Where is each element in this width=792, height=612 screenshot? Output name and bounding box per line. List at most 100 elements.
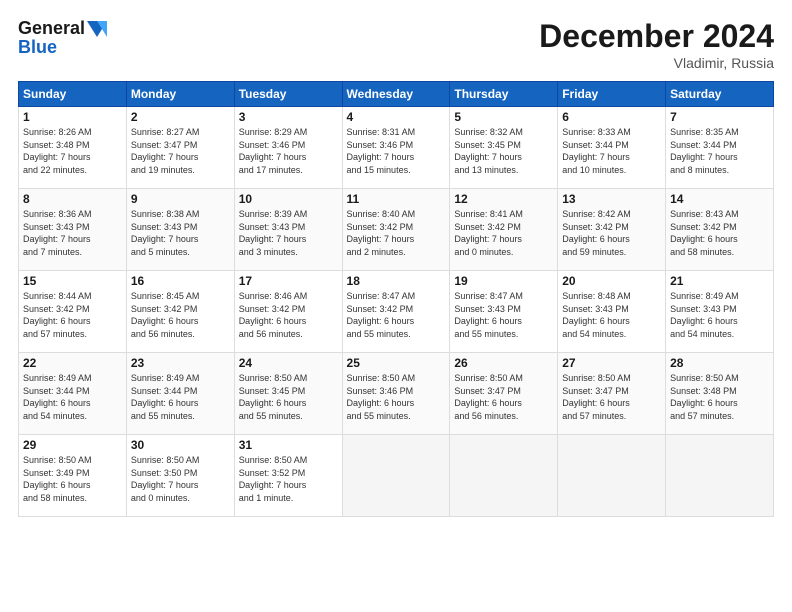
calendar-cell: 7 Sunrise: 8:35 AM Sunset: 3:44 PM Daylig…: [666, 107, 774, 189]
calendar-cell: 3 Sunrise: 8:29 AM Sunset: 3:46 PM Daylig…: [234, 107, 342, 189]
day-number: 29: [23, 438, 122, 452]
calendar-week-row: 15 Sunrise: 8:44 AM Sunset: 3:42 PM Dayli…: [19, 271, 774, 353]
day-number: 13: [562, 192, 661, 206]
calendar-cell: 11 Sunrise: 8:40 AM Sunset: 3:42 PM Dayli…: [342, 189, 450, 271]
day-number: 10: [239, 192, 338, 206]
day-info: Sunrise: 8:49 AM Sunset: 3:44 PM Dayligh…: [131, 372, 230, 422]
title-section: December 2024 Vladimir, Russia: [539, 18, 774, 71]
day-info: Sunrise: 8:41 AM Sunset: 3:42 PM Dayligh…: [454, 208, 553, 258]
calendar-cell: [666, 435, 774, 517]
calendar-cell: 2 Sunrise: 8:27 AM Sunset: 3:47 PM Daylig…: [126, 107, 234, 189]
day-info: Sunrise: 8:27 AM Sunset: 3:47 PM Dayligh…: [131, 126, 230, 176]
calendar-cell: 25 Sunrise: 8:50 AM Sunset: 3:46 PM Dayli…: [342, 353, 450, 435]
calendar-cell: [342, 435, 450, 517]
header: General Blue December 2024 Vladimir, Rus…: [18, 18, 774, 71]
calendar-cell: [558, 435, 666, 517]
calendar-cell: 22Sunrise: 8:49 AM Sunset: 3:44 PM Dayli…: [19, 353, 127, 435]
calendar-week-row: 8 Sunrise: 8:36 AM Sunset: 3:43 PM Daylig…: [19, 189, 774, 271]
calendar-week-row: 29 Sunrise: 8:50 AM Sunset: 3:49 PM Dayli…: [19, 435, 774, 517]
day-info: Sunrise: 8:49 AM Sunset: 3:43 PM Dayligh…: [670, 290, 769, 340]
day-number: 28: [670, 356, 769, 370]
day-info: Sunrise: 8:42 AM Sunset: 3:42 PM Dayligh…: [562, 208, 661, 258]
day-info: Sunrise: 8:36 AM Sunset: 3:43 PM Dayligh…: [23, 208, 122, 258]
logo-triangle-icon: [87, 19, 107, 39]
calendar-cell: 15 Sunrise: 8:44 AM Sunset: 3:42 PM Dayli…: [19, 271, 127, 353]
day-info: Sunrise: 8:50 AM Sunset: 3:47 PM Dayligh…: [562, 372, 661, 422]
calendar-cell: 29 Sunrise: 8:50 AM Sunset: 3:49 PM Dayli…: [19, 435, 127, 517]
page: General Blue December 2024 Vladimir, Rus…: [0, 0, 792, 612]
day-number: 26: [454, 356, 553, 370]
col-sunday: Sunday: [19, 82, 127, 107]
calendar-cell: 13 Sunrise: 8:42 AM Sunset: 3:42 PM Dayli…: [558, 189, 666, 271]
calendar-cell: 5Sunrise: 8:32 AM Sunset: 3:45 PM Daylig…: [450, 107, 558, 189]
day-number: 23: [131, 356, 230, 370]
day-info: Sunrise: 8:50 AM Sunset: 3:46 PM Dayligh…: [347, 372, 446, 422]
day-number: 8: [23, 192, 122, 206]
day-info: Sunrise: 8:39 AM Sunset: 3:43 PM Dayligh…: [239, 208, 338, 258]
day-info: Sunrise: 8:45 AM Sunset: 3:42 PM Dayligh…: [131, 290, 230, 340]
calendar-cell: 26Sunrise: 8:50 AM Sunset: 3:47 PM Dayli…: [450, 353, 558, 435]
calendar-cell: 17 Sunrise: 8:46 AM Sunset: 3:42 PM Dayli…: [234, 271, 342, 353]
day-number: 11: [347, 192, 446, 206]
day-number: 4: [347, 110, 446, 124]
day-info: Sunrise: 8:29 AM Sunset: 3:46 PM Dayligh…: [239, 126, 338, 176]
calendar-cell: 31 Sunrise: 8:50 AM Sunset: 3:52 PM Dayli…: [234, 435, 342, 517]
day-number: 18: [347, 274, 446, 288]
day-info: Sunrise: 8:50 AM Sunset: 3:52 PM Dayligh…: [239, 454, 338, 504]
day-info: Sunrise: 8:40 AM Sunset: 3:42 PM Dayligh…: [347, 208, 446, 258]
day-number: 6: [562, 110, 661, 124]
calendar-table: Sunday Monday Tuesday Wednesday Thursday…: [18, 81, 774, 517]
day-info: Sunrise: 8:26 AM Sunset: 3:48 PM Dayligh…: [23, 126, 122, 176]
calendar-cell: 30Sunrise: 8:50 AM Sunset: 3:50 PM Dayli…: [126, 435, 234, 517]
day-number: 15: [23, 274, 122, 288]
day-number: 2: [131, 110, 230, 124]
day-info: Sunrise: 8:32 AM Sunset: 3:45 PM Dayligh…: [454, 126, 553, 176]
month-title: December 2024: [539, 18, 774, 55]
calendar-week-row: 1 Sunrise: 8:26 AM Sunset: 3:48 PM Daylig…: [19, 107, 774, 189]
calendar-cell: 18Sunrise: 8:47 AM Sunset: 3:42 PM Dayli…: [342, 271, 450, 353]
calendar-week-row: 22 Sunrise: 8:49 AM Sunset: 3:44 PM Dayli…: [19, 353, 774, 435]
calendar-cell: 28 Sunrise: 8:50 AM Sunset: 3:48 PM Dayli…: [666, 353, 774, 435]
calendar-cell: 14Sunrise: 8:43 AM Sunset: 3:42 PM Dayli…: [666, 189, 774, 271]
calendar-cell: 8 Sunrise: 8:36 AM Sunset: 3:43 PM Daylig…: [19, 189, 127, 271]
location-subtitle: Vladimir, Russia: [539, 55, 774, 71]
day-info: Sunrise: 8:38 AM Sunset: 3:43 PM Dayligh…: [131, 208, 230, 258]
calendar-cell: 1 Sunrise: 8:26 AM Sunset: 3:48 PM Daylig…: [19, 107, 127, 189]
col-tuesday: Tuesday: [234, 82, 342, 107]
calendar-cell: 6 Sunrise: 8:33 AM Sunset: 3:44 PM Daylig…: [558, 107, 666, 189]
calendar-cell: 19Sunrise: 8:47 AM Sunset: 3:43 PM Dayli…: [450, 271, 558, 353]
calendar-cell: 23 Sunrise: 8:49 AM Sunset: 3:44 PM Dayli…: [126, 353, 234, 435]
calendar-cell: 9Sunrise: 8:38 AM Sunset: 3:43 PM Daylig…: [126, 189, 234, 271]
day-number: 1: [23, 110, 122, 124]
day-number: 25: [347, 356, 446, 370]
col-wednesday: Wednesday: [342, 82, 450, 107]
day-info: Sunrise: 8:46 AM Sunset: 3:42 PM Dayligh…: [239, 290, 338, 340]
day-number: 24: [239, 356, 338, 370]
day-info: Sunrise: 8:35 AM Sunset: 3:44 PM Dayligh…: [670, 126, 769, 176]
day-number: 19: [454, 274, 553, 288]
day-info: Sunrise: 8:48 AM Sunset: 3:43 PM Dayligh…: [562, 290, 661, 340]
calendar-header-row: Sunday Monday Tuesday Wednesday Thursday…: [19, 82, 774, 107]
day-number: 31: [239, 438, 338, 452]
day-info: Sunrise: 8:44 AM Sunset: 3:42 PM Dayligh…: [23, 290, 122, 340]
day-number: 27: [562, 356, 661, 370]
calendar-cell: [450, 435, 558, 517]
calendar-cell: 21Sunrise: 8:49 AM Sunset: 3:43 PM Dayli…: [666, 271, 774, 353]
calendar-cell: 4Sunrise: 8:31 AM Sunset: 3:46 PM Daylig…: [342, 107, 450, 189]
day-number: 12: [454, 192, 553, 206]
col-thursday: Thursday: [450, 82, 558, 107]
day-info: Sunrise: 8:50 AM Sunset: 3:50 PM Dayligh…: [131, 454, 230, 504]
day-info: Sunrise: 8:50 AM Sunset: 3:45 PM Dayligh…: [239, 372, 338, 422]
calendar-cell: 12 Sunrise: 8:41 AM Sunset: 3:42 PM Dayli…: [450, 189, 558, 271]
logo-general: General: [18, 18, 85, 39]
logo: General Blue: [18, 18, 107, 58]
day-number: 22: [23, 356, 122, 370]
day-number: 7: [670, 110, 769, 124]
day-number: 14: [670, 192, 769, 206]
calendar-cell: 24 Sunrise: 8:50 AM Sunset: 3:45 PM Dayli…: [234, 353, 342, 435]
day-info: Sunrise: 8:33 AM Sunset: 3:44 PM Dayligh…: [562, 126, 661, 176]
day-info: Sunrise: 8:50 AM Sunset: 3:48 PM Dayligh…: [670, 372, 769, 422]
day-number: 17: [239, 274, 338, 288]
day-info: Sunrise: 8:50 AM Sunset: 3:49 PM Dayligh…: [23, 454, 122, 504]
day-number: 3: [239, 110, 338, 124]
